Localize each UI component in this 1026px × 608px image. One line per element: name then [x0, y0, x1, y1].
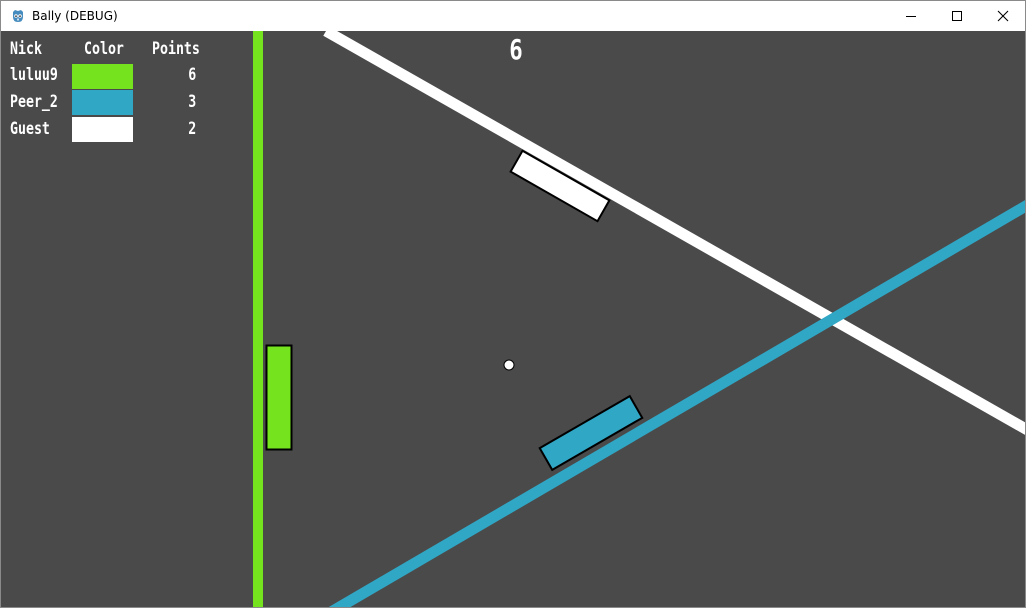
player-color-swatch: [72, 117, 133, 142]
player-nick: luluu9: [10, 65, 58, 85]
game-window: Bally (DEBUG) Nick Color Points luluu9 6…: [0, 0, 1026, 608]
minimize-icon: [905, 7, 917, 26]
header-points: Points: [152, 39, 200, 59]
center-score: 6: [509, 33, 523, 66]
white-goal-line: [323, 31, 1025, 435]
close-button[interactable]: [980, 1, 1025, 31]
player-nick: Guest: [10, 119, 50, 139]
godot-icon: [10, 8, 26, 24]
game-viewport[interactable]: Nick Color Points luluu9 6 Peer_2 3 Gues…: [1, 31, 1025, 607]
player-points: 2: [188, 119, 196, 139]
player-color-swatch: [72, 64, 133, 89]
minimize-button[interactable]: [888, 1, 934, 31]
green-paddle: [265, 344, 293, 451]
play-field: [253, 31, 1025, 607]
close-icon: [997, 7, 1009, 26]
maximize-icon: [951, 7, 963, 26]
green-goal-line: [253, 31, 263, 607]
maximize-button[interactable]: [934, 1, 980, 31]
blue-goal-line: [328, 200, 1025, 607]
ball: [503, 359, 515, 371]
window-title: Bally (DEBUG): [32, 9, 118, 23]
header-color: Color: [84, 39, 124, 59]
player-points: 6: [188, 65, 196, 85]
header-nick: Nick: [10, 39, 42, 59]
player-nick: Peer_2: [10, 92, 58, 112]
player-points: 3: [188, 92, 196, 112]
player-color-swatch: [72, 90, 133, 115]
title-bar[interactable]: Bally (DEBUG): [1, 1, 1025, 31]
